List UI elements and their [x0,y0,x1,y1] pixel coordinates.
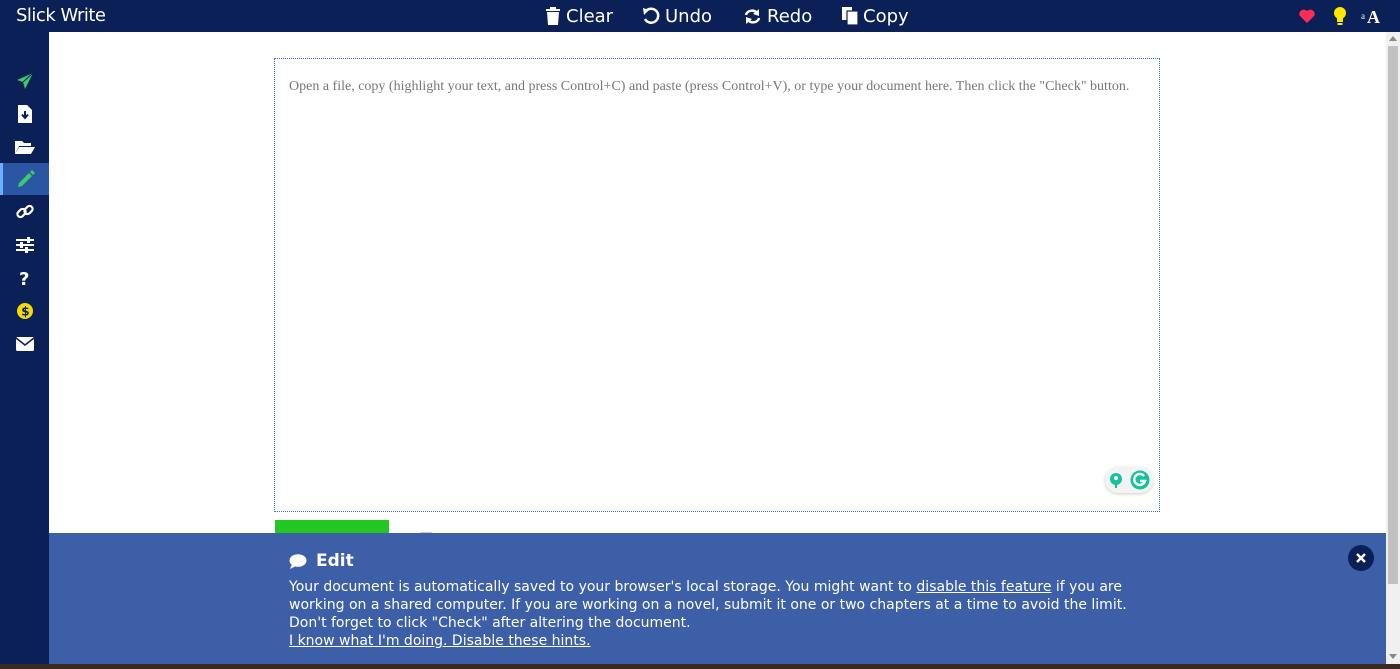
sidebar-item-open[interactable] [0,131,49,163]
grammarly-widget[interactable] [1105,467,1153,493]
sidebar-item-link[interactable] [0,196,49,228]
sidebar-item-help[interactable]: ? [0,262,49,294]
redo-label: Redo [767,5,813,27]
undo-label: Undo [665,5,713,27]
sidebar-item-download[interactable] [0,98,49,130]
sliders-icon [15,237,34,253]
sidebar-item-edit[interactable] [0,163,49,195]
grammarly-suggestion-icon[interactable] [1108,472,1124,488]
scroll-down-icon[interactable] [1389,654,1397,659]
hint-title-text: Edit [316,551,354,571]
svg-text:A: A [1367,7,1380,25]
link-icon [15,204,34,219]
download-file-icon [17,105,32,123]
copy-icon [842,7,858,25]
undo-button[interactable]: Undo [642,4,712,28]
disable-hints-link[interactable]: I know what I'm doing. Disable these hin… [289,633,591,649]
trash-icon [546,7,560,25]
svg-text:a: a [1361,11,1365,21]
top-bar: Slick Write Clear Undo Redo Copy A a [0,0,1400,32]
sidebar-item-contact[interactable] [0,328,49,360]
sidebar-item-send[interactable] [0,65,49,97]
question-icon: ? [19,269,29,287]
comment-icon [289,553,307,569]
hint-close-button[interactable] [1348,545,1374,571]
svg-text:$: $ [21,305,29,319]
scroll-thumb[interactable] [1388,46,1398,584]
sidebar-item-donate[interactable]: $ [0,295,49,327]
folder-open-icon [14,141,35,154]
hint-body-part1: Your document is automatically saved to … [289,579,917,595]
redo-icon [744,9,761,24]
app-title[interactable]: Slick Write [16,5,106,26]
sidebar-item-settings[interactable] [0,229,49,261]
pencil-icon [18,170,35,187]
editor-placeholder: Open a file, copy (highlight your text, … [289,79,1130,94]
hint-panel: Edit Your document is automatically save… [49,533,1386,664]
grammarly-logo-icon[interactable] [1130,470,1150,490]
undo-icon [643,7,660,24]
sidebar: ? $ [0,32,49,669]
redo-button[interactable]: Redo [743,4,812,28]
document-editor[interactable]: Open a file, copy (highlight your text, … [274,58,1160,512]
hint-body: Your document is automatically saved to … [289,578,1159,650]
paper-plane-icon [16,72,33,89]
scroll-up-icon[interactable] [1389,36,1397,41]
copy-label: Copy [863,5,909,27]
envelope-icon [15,337,34,351]
clear-label: Clear [566,5,614,27]
font-size-icon[interactable]: A a [1361,6,1381,26]
clear-button[interactable]: Clear [545,4,613,28]
heart-icon[interactable] [1297,6,1317,26]
svg-text:?: ? [19,269,29,287]
bottom-edge [0,664,1400,669]
disable-feature-link[interactable]: disable this feature [916,579,1051,595]
close-icon [1356,553,1366,563]
copy-button[interactable]: Copy [842,4,909,28]
page-scrollbar[interactable] [1386,32,1400,664]
dollar-coin-icon: $ [16,303,33,319]
hint-title: Edit [289,551,354,571]
lightbulb-icon[interactable] [1330,6,1350,26]
